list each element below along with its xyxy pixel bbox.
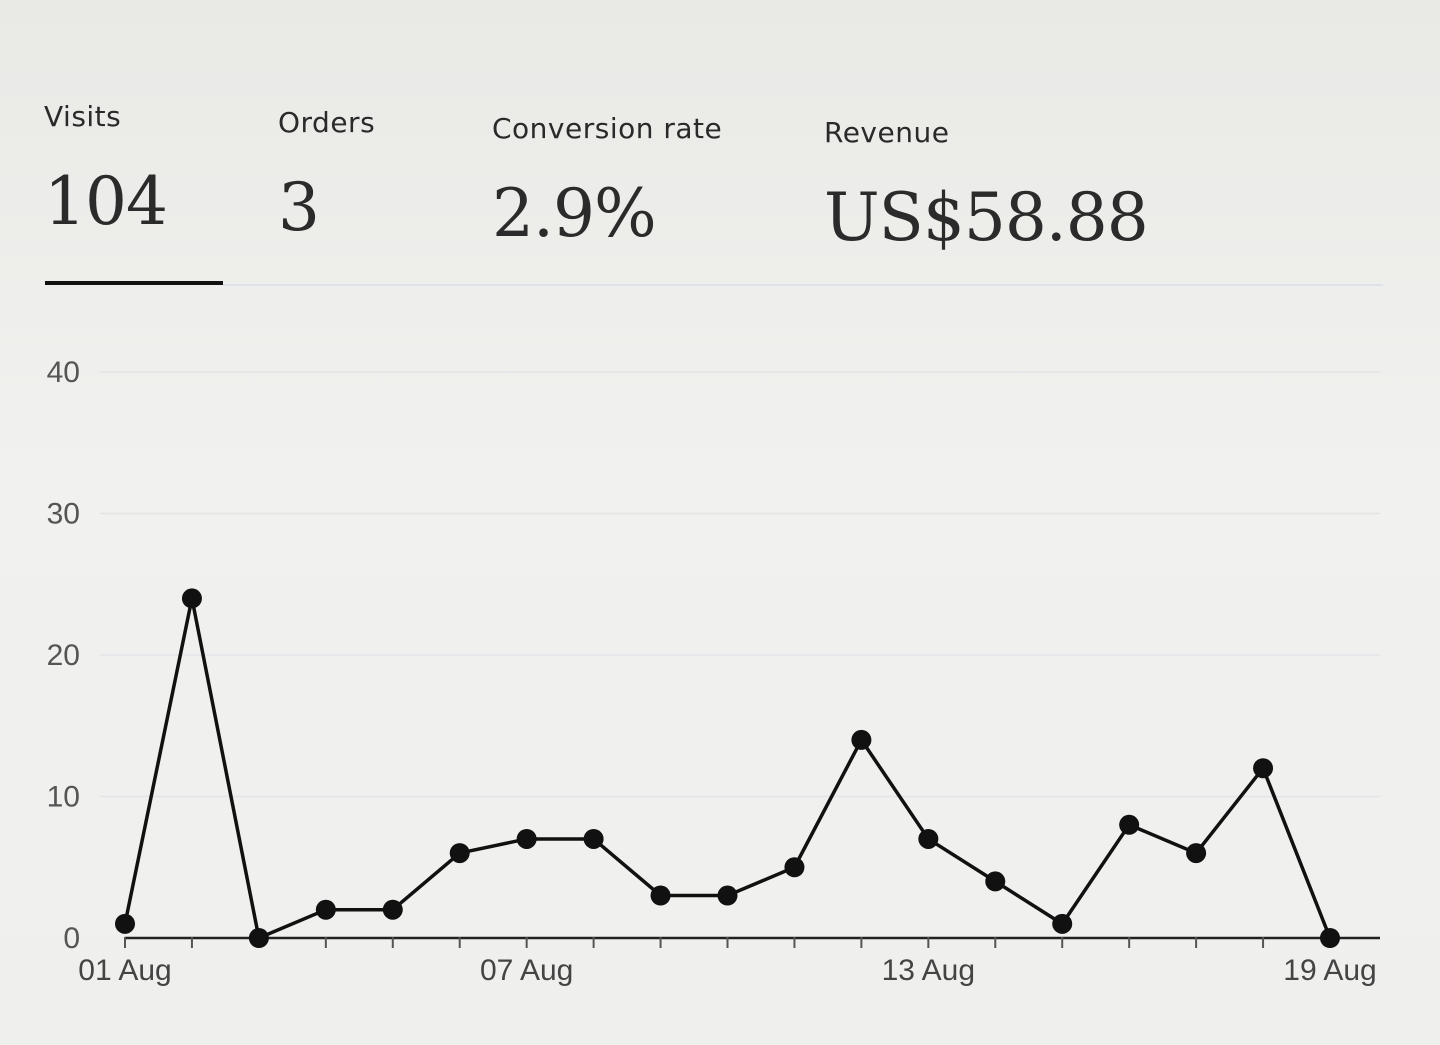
visits-line-chart: 0 10 20 30 40 01 Aug 07 Aug 13 Aug 19 Aug [47,356,1380,987]
x-tick-label: 19 Aug [1283,954,1376,987]
revenue-label: Revenue [824,116,950,149]
x-tick-label: 07 Aug [480,954,573,987]
y-axis: 0 10 20 30 40 [47,356,80,955]
data-point-07-aug[interactable] [516,828,537,849]
data-point-06-aug[interactable] [449,843,470,864]
data-point-15-aug[interactable] [1052,913,1073,934]
series-visits [115,588,1340,948]
data-point-14-aug[interactable] [985,871,1006,892]
conversion-label: Conversion rate [492,112,723,145]
data-point-04-aug[interactable] [315,899,336,920]
tab-divider [223,284,1383,286]
gridlines [100,371,1380,798]
data-point-19-aug[interactable] [1320,928,1340,948]
data-point-17-aug[interactable] [1186,843,1207,864]
conversion-value: 2.9% [492,175,657,252]
y-tick-label: 10 [47,781,80,814]
orders-value: 3 [278,169,320,246]
metrics-tabs: Visits 104 Orders 3 Conversion rate 2.9%… [44,100,1384,290]
y-tick-label: 0 [63,922,80,955]
data-point-16-aug[interactable] [1119,814,1140,835]
x-tick-label: 01 Aug [78,954,171,987]
visits-value: 104 [44,163,168,240]
revenue-value: US$58.88 [824,179,1149,256]
active-tab-underline [45,281,223,285]
y-tick-label: 40 [47,356,80,389]
tab-revenue[interactable]: Revenue US$58.88 [824,116,1149,256]
data-point-13-aug[interactable] [918,828,939,849]
data-point-05-aug[interactable] [382,899,403,920]
x-tick-label: 13 Aug [882,954,975,987]
data-point-02-aug[interactable] [181,588,202,609]
data-point-01-aug[interactable] [115,913,135,934]
orders-label: Orders [278,106,376,139]
data-point-09-aug[interactable] [650,885,671,906]
data-point-10-aug[interactable] [717,885,738,906]
tab-conversion-rate[interactable]: Conversion rate 2.9% [492,112,722,252]
y-tick-label: 30 [47,498,80,531]
data-point-08-aug[interactable] [583,828,604,849]
x-axis: 01 Aug 07 Aug 13 Aug 19 Aug [78,936,1380,987]
tab-visits[interactable]: Visits 104 [44,100,168,240]
data-point-18-aug[interactable] [1253,758,1274,779]
data-point-12-aug[interactable] [851,729,872,750]
y-tick-label: 20 [47,639,80,672]
visits-label: Visits [44,100,122,133]
tab-orders[interactable]: Orders 3 [278,106,375,246]
analytics-panel: Visits 104 Orders 3 Conversion rate 2.9%… [0,0,1440,1045]
data-point-03-aug[interactable] [248,928,269,948]
data-point-11-aug[interactable] [784,857,805,878]
